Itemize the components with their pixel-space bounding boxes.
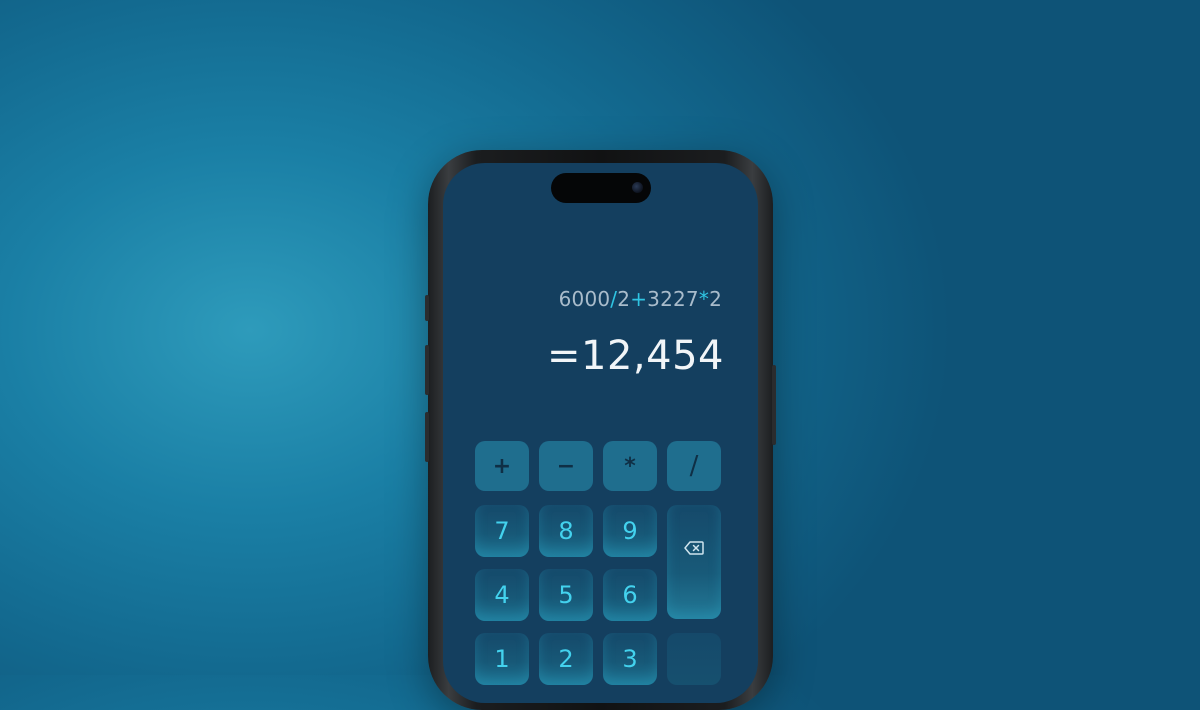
digit-4-button[interactable]: 4 <box>475 569 529 621</box>
digit-2-button[interactable]: 2 <box>539 633 593 685</box>
expr-operator: * <box>698 287 710 311</box>
power-button <box>772 365 776 445</box>
camera-icon <box>632 182 643 193</box>
expr-operator: + <box>630 287 648 311</box>
add-button[interactable]: + <box>475 441 529 491</box>
dynamic-island <box>551 173 651 203</box>
multiply-button[interactable]: * <box>603 441 657 491</box>
backspace-icon <box>684 541 704 555</box>
divide-button[interactable]: / <box>667 441 721 491</box>
expression-display: 6000/2+3227*2 <box>559 287 722 311</box>
digit-8-button[interactable]: 8 <box>539 505 593 557</box>
calculator-screen: 6000/2+3227*2 =12,454 + − * / 7 8 9 4 5 … <box>443 163 758 703</box>
digit-9-button[interactable]: 9 <box>603 505 657 557</box>
result-display: =12,454 <box>547 333 724 379</box>
digit-1-button[interactable]: 1 <box>475 633 529 685</box>
volume-down-button <box>425 412 429 462</box>
volume-up-button <box>425 345 429 395</box>
digit-3-button[interactable]: 3 <box>603 633 657 685</box>
expr-token: 2 <box>709 287 722 311</box>
expr-token: 2 <box>617 287 631 311</box>
digit-5-button[interactable]: 5 <box>539 569 593 621</box>
digit-7-button[interactable]: 7 <box>475 505 529 557</box>
backspace-button[interactable] <box>667 505 721 619</box>
equals-button[interactable] <box>667 633 721 685</box>
digit-6-button[interactable]: 6 <box>603 569 657 621</box>
subtract-button[interactable]: − <box>539 441 593 491</box>
expr-token: 6000 <box>558 287 611 311</box>
expr-token: 3227 <box>647 287 699 311</box>
phone-frame: 6000/2+3227*2 =12,454 + − * / 7 8 9 4 5 … <box>425 150 776 710</box>
action-button <box>425 295 429 321</box>
